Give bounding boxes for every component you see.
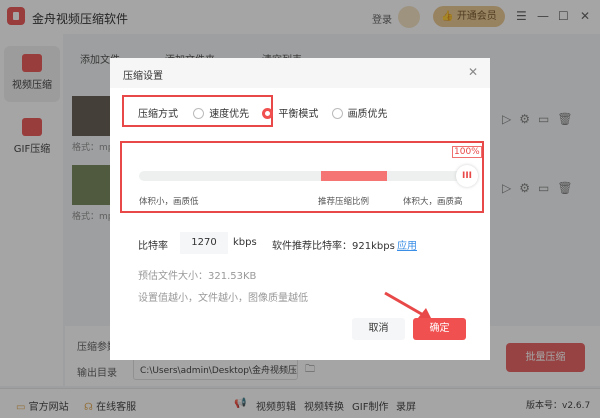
recommended-bitrate: 软件推荐比特率：921kbps <box>272 241 395 252</box>
compress-slider-track[interactable] <box>139 171 469 181</box>
cancel-button[interactable]: 取消 <box>352 318 405 340</box>
slider-highlight-box: 100% III 体积小，画质低 推荐压缩比例 体积大，画质高 <box>120 141 484 213</box>
mode-highlight-box: 压缩方式 速度优先 平衡模式 画质优先 <box>122 95 388 127</box>
dialog-title: 压缩设置 <box>123 71 163 82</box>
recommended-range <box>320 171 387 181</box>
bitrate-unit: kbps <box>233 237 257 248</box>
radio-label: 画质优先 <box>347 109 388 120</box>
mode-row: 压缩方式 速度优先 平衡模式 画质优先 <box>138 105 388 120</box>
dialog-header: 压缩设置 ✕ <box>110 58 490 88</box>
mode-speed-radio[interactable]: 速度优先 <box>193 108 250 120</box>
mode-label: 压缩方式 <box>138 109 178 120</box>
slider-left-label: 体积小，画质低 <box>139 197 199 207</box>
slider-value-tooltip: 100% <box>452 146 482 158</box>
bitrate-label: 比特率 <box>138 241 168 252</box>
mode-quality-radio[interactable]: 画质优先 <box>331 108 388 120</box>
hint-text: 设置值越小，文件越小，图像质量越低 <box>138 293 308 304</box>
radio-selected-icon <box>262 108 274 119</box>
compress-settings-dialog: 压缩设置 ✕ 压缩方式 速度优先 平衡模式 画质优先 100% III 体积小，… <box>110 58 490 360</box>
apply-link[interactable]: 应用 <box>397 237 417 252</box>
slider-right-label: 体积大，画质高 <box>403 197 463 207</box>
radio-icon <box>193 108 205 119</box>
mode-balanced-radio[interactable]: 平衡模式 <box>262 108 319 120</box>
radio-label: 平衡模式 <box>278 109 319 120</box>
dialog-close-icon[interactable]: ✕ <box>468 65 478 79</box>
estimated-size: 预估文件大小：321.53KB <box>138 271 257 282</box>
radio-icon <box>331 108 343 119</box>
bitrate-input[interactable]: 1270 <box>180 232 228 254</box>
slider-middle-label: 推荐压缩比例 <box>318 197 370 207</box>
slider-handle[interactable]: III <box>456 165 478 187</box>
radio-label: 速度优先 <box>209 109 250 120</box>
confirm-button[interactable]: 确定 <box>413 318 466 340</box>
